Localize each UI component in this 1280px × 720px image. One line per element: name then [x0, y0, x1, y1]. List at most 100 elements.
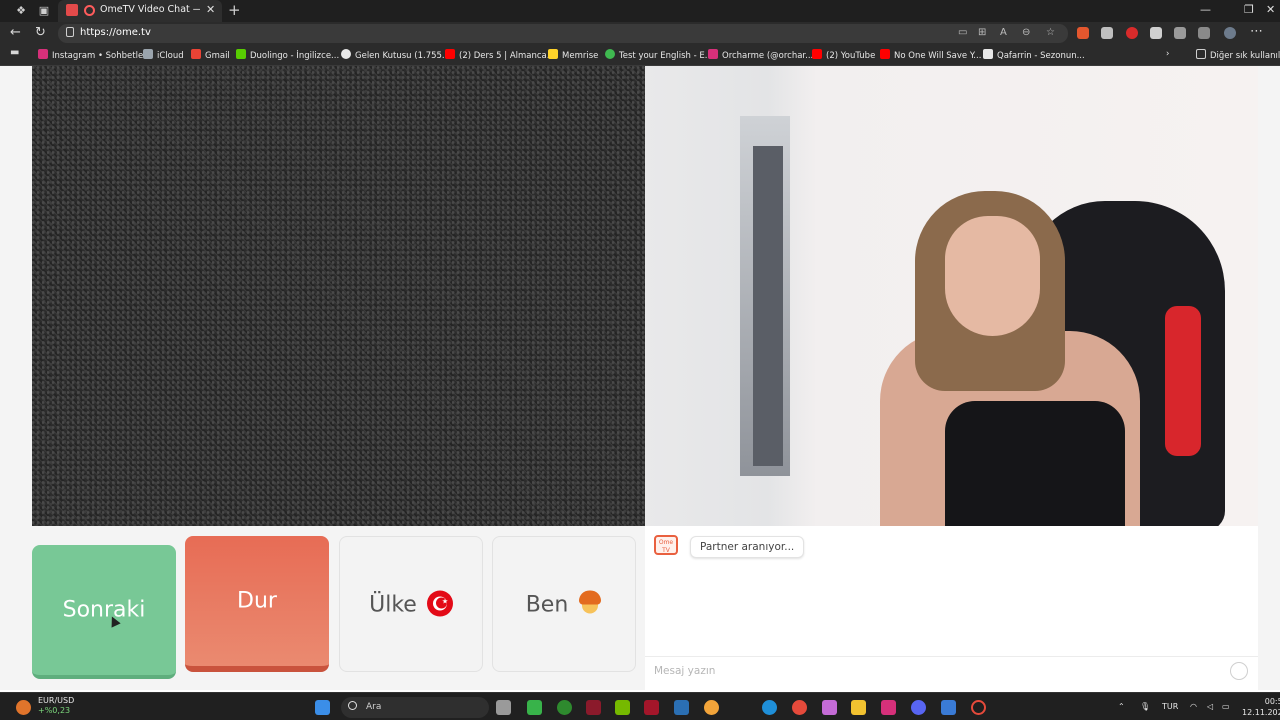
- bookmark-item[interactable]: No One Will Save Y...: [880, 49, 981, 61]
- file-explorer-icon[interactable]: [851, 700, 866, 715]
- wifi-icon[interactable]: ◠: [1190, 702, 1197, 711]
- extensions-menu-icon[interactable]: [1174, 27, 1186, 39]
- tray-chevron-icon[interactable]: ⌃: [1118, 702, 1125, 711]
- bookmark-item[interactable]: Gmail: [191, 49, 230, 61]
- chevron-right-icon[interactable]: ›: [1166, 49, 1169, 59]
- favorite-star-icon[interactable]: ☆: [1046, 27, 1055, 38]
- bookmark-item[interactable]: Duolingo - İngilizce...: [236, 49, 339, 61]
- doorway: [753, 146, 783, 466]
- media-playing-icon[interactable]: [66, 4, 78, 16]
- next-button[interactable]: Sonraki: [32, 545, 176, 679]
- youtube-icon: [812, 49, 822, 59]
- stop-button-label: Dur: [237, 588, 277, 614]
- extensions-icon[interactable]: ⊖: [1022, 27, 1030, 38]
- status-message: Partner aranıyor...: [690, 536, 805, 558]
- minimize-icon[interactable]: —: [1200, 3, 1211, 16]
- taskbar-search[interactable]: Ara: [341, 697, 489, 718]
- bookmark-toggle-icon[interactable]: ▬: [10, 47, 19, 58]
- workspaces-icon[interactable]: ❖: [13, 3, 29, 19]
- bookmark-item[interactable]: Memrise: [548, 49, 598, 61]
- maximize-icon[interactable]: ❐: [1244, 3, 1254, 16]
- bookmark-item[interactable]: Test your English - E...: [605, 49, 713, 61]
- chat-panel: Ome TV Partner aranıyor... Mesaj yazın: [645, 526, 1258, 690]
- weather-widget-icon[interactable]: [16, 700, 31, 715]
- boy-avatar-icon: [578, 590, 602, 617]
- country-button[interactable]: Ülke ★: [339, 536, 483, 672]
- message-input[interactable]: Mesaj yazın: [645, 656, 1258, 684]
- battery-icon[interactable]: ▭: [1222, 702, 1230, 711]
- start-icon[interactable]: [315, 700, 330, 715]
- back-icon[interactable]: ←: [10, 25, 21, 40]
- browser-titlebar: ❖ ▣ OmeTV Video Chat — Ome ✕ + — ❐ ✕: [0, 0, 1280, 22]
- edge-icon[interactable]: [762, 700, 777, 715]
- bookmark-item[interactable]: (2) Ders 5 | Almanca...: [445, 49, 555, 61]
- language-indicator[interactable]: TUR: [1162, 702, 1178, 711]
- market-widget-value: +%0,23: [38, 706, 71, 715]
- tab-actions-icon[interactable]: ▣: [36, 3, 52, 19]
- shield-icon[interactable]: [1101, 27, 1113, 39]
- app-icon[interactable]: [586, 700, 601, 715]
- person-top: [945, 401, 1125, 526]
- favorites-icon[interactable]: [1198, 27, 1210, 39]
- stop-button[interactable]: Dur: [185, 536, 329, 672]
- search-icon: [348, 701, 357, 710]
- address-bar[interactable]: https://ome.tv ▭ ⊞ A ⊖ ☆: [58, 24, 1068, 43]
- url-text[interactable]: https://ome.tv: [80, 27, 151, 38]
- search-placeholder[interactable]: Ara: [366, 702, 381, 712]
- gmail-icon: [191, 49, 201, 59]
- app-icon[interactable]: [644, 700, 659, 715]
- emoji-icon[interactable]: [1230, 662, 1248, 680]
- clock-time: 00:5: [1264, 697, 1280, 706]
- bookmark-item[interactable]: Instagram • Sohbetler: [38, 49, 147, 61]
- bookmarks-bar: ▬ Instagram • Sohbetler iCloud Gmail Duo…: [0, 44, 1280, 66]
- bookmark-item[interactable]: Orcharme (@orchar...: [708, 49, 813, 61]
- ometv-page: Sonraki Dur Ülke ★ Ben Ome TV Partner ara…: [0, 66, 1280, 690]
- xbox-app-icon[interactable]: [527, 700, 542, 715]
- clock[interactable]: 00:5 12.11.202: [1242, 696, 1280, 718]
- me-button-label: Ben: [525, 592, 569, 618]
- camera-permission-icon[interactable]: ▭: [958, 27, 967, 38]
- discord-icon[interactable]: [911, 700, 926, 715]
- snipping-tool-icon[interactable]: [822, 700, 837, 715]
- extension-1-icon[interactable]: [1077, 27, 1089, 39]
- country-button-content: Ülke ★: [340, 590, 482, 618]
- check-icon: [605, 49, 615, 59]
- tab-ometv[interactable]: OmeTV Video Chat — Ome ✕: [58, 0, 222, 22]
- me-button[interactable]: Ben: [492, 536, 636, 672]
- volume-icon[interactable]: ◁: [1207, 702, 1213, 711]
- bookmark-item[interactable]: Qafarrin - Sezonun...: [983, 49, 1085, 61]
- xbox-icon[interactable]: [557, 700, 572, 715]
- person-face: [945, 216, 1040, 336]
- new-tab-icon[interactable]: +: [228, 1, 241, 19]
- more-options-icon[interactable]: ⋯: [1250, 24, 1263, 39]
- bookmark-item[interactable]: (2) YouTube: [812, 49, 875, 61]
- country-button-label: Ülke: [369, 592, 417, 618]
- nvidia-icon[interactable]: [615, 700, 630, 715]
- other-bookmarks[interactable]: Diğer sık kullanılan: [1196, 49, 1280, 61]
- read-aloud-icon[interactable]: A: [1000, 27, 1007, 38]
- chrome-icon[interactable]: [792, 700, 807, 715]
- obs-icon[interactable]: [971, 700, 986, 715]
- instagram-icon[interactable]: [881, 700, 896, 715]
- bookmark-item[interactable]: iCloud: [143, 49, 184, 61]
- close-window-icon[interactable]: ✕: [1266, 3, 1275, 16]
- microphone-icon[interactable]: 🎙: [1140, 702, 1150, 711]
- bookmark-item[interactable]: Gelen Kutusu (1.755...: [341, 49, 450, 61]
- message-input-placeholder[interactable]: Mesaj yazın: [654, 665, 715, 677]
- reload-icon[interactable]: ↻: [35, 25, 46, 40]
- me-button-content: Ben: [493, 590, 635, 618]
- app-icon[interactable]: [674, 700, 689, 715]
- copilot-icon[interactable]: [704, 700, 719, 715]
- youtube-icon: [445, 49, 455, 59]
- app-icon[interactable]: [941, 700, 956, 715]
- profile-avatar[interactable]: [1224, 27, 1236, 39]
- close-tab-icon[interactable]: ✕: [206, 3, 215, 16]
- extension-2-icon[interactable]: [1126, 27, 1138, 39]
- app-available-icon[interactable]: ⊞: [978, 27, 986, 38]
- market-widget-title: EUR/USD: [38, 696, 75, 705]
- lock-icon[interactable]: [66, 27, 74, 37]
- task-view-icon[interactable]: [496, 700, 511, 715]
- market-widget[interactable]: EUR/USD +%0,23: [38, 696, 74, 716]
- split-screen-icon[interactable]: [1150, 27, 1162, 39]
- memrise-icon: [548, 49, 558, 59]
